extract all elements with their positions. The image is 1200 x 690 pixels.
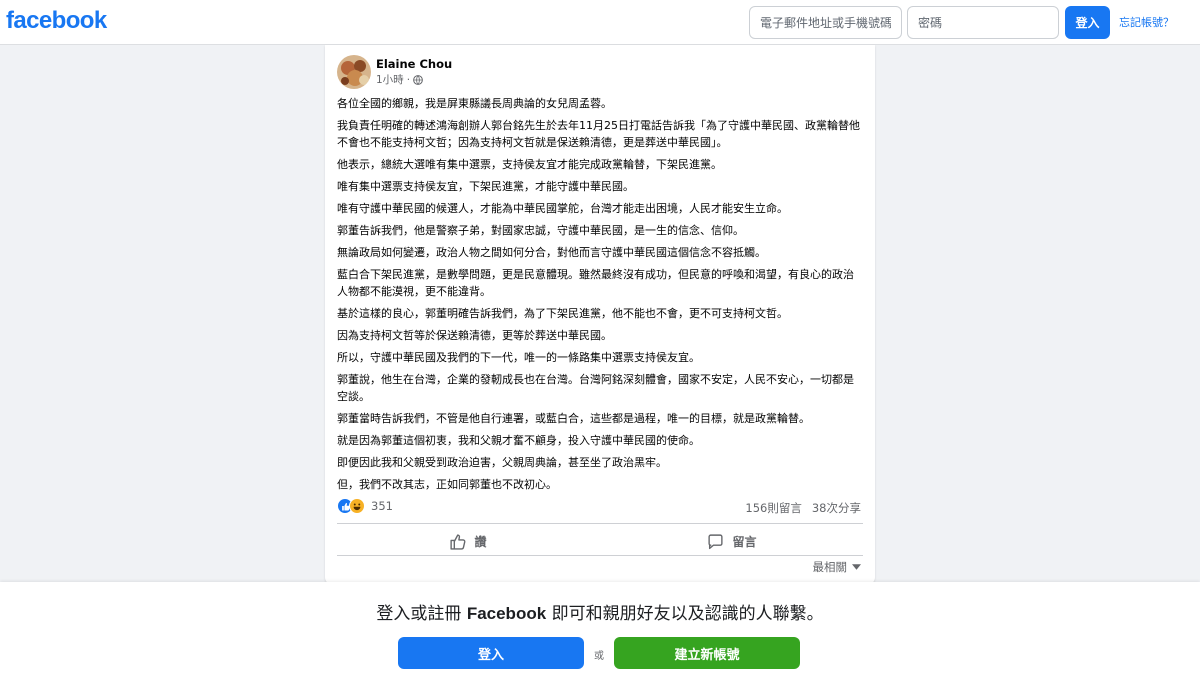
haha-reaction-icon: [349, 498, 365, 514]
login-prompt-bar: 登入或註冊 Facebook 即可和親朋好友以及認識的人聯繫。 登入 或 建立新…: [0, 582, 1200, 690]
post-paragraph: 他表示，總統大選唯有集中選票，支持侯友宜才能完成政黨輪替，下架民進黨。: [337, 158, 722, 171]
post-card: Elaine Chou 1小時 · 各位全國的鄉親，我是屏東縣議長周典論的女兒周…: [325, 45, 875, 585]
thumbs-up-icon: [450, 533, 466, 550]
comment-button[interactable]: 留言: [601, 527, 863, 555]
post-paragraph: 基於這樣的良心，郭董明確告訴我們，為了下架民進黨，他不能也不會，更不可支持柯文哲…: [337, 307, 788, 320]
reactions-summary[interactable]: 351: [337, 498, 393, 514]
comment-count[interactable]: 156則留言: [745, 500, 801, 516]
post-paragraph: 各位全國的鄉親，我是屏東縣議長周典論的女兒周孟蓉。: [337, 97, 612, 110]
prompt-brand: Facebook: [466, 604, 547, 623]
post-stats: 156則留言 38次分享: [745, 500, 861, 516]
post-paragraph: 唯有守護中華民國的候選人，才能為中華民國掌舵，台灣才能走出困境，人民才能安生立命…: [337, 202, 788, 215]
or-separator: 或: [594, 651, 604, 662]
share-count[interactable]: 38次分享: [812, 500, 861, 516]
post-paragraph: 我負責任明確的轉述鴻海創辦人郭台銘先生於去年11月25日打電話告訴我「為了守護中…: [337, 119, 860, 149]
post-paragraph: 唯有集中選票支持侯友宜，下架民進黨，才能守護中華民國。: [337, 180, 634, 193]
bottom-login-button[interactable]: 登入: [398, 637, 584, 669]
facebook-logo[interactable]: facebook: [6, 7, 107, 35]
login-button[interactable]: 登入: [1065, 6, 1110, 39]
post-paragraph: 郭董當時告訴我們，不管是他自行連署，或藍白合，這些都是過程，唯一的目標，就是政黨…: [337, 412, 810, 425]
comment-button-label: 留言: [732, 534, 757, 549]
password-field[interactable]: [907, 6, 1059, 39]
post-meta: 1小時 ·: [376, 72, 423, 87]
caret-down-icon: [852, 564, 861, 570]
avatar[interactable]: [337, 55, 371, 89]
like-button[interactable]: 讚: [337, 527, 599, 555]
post-body: 各位全國的鄉親，我是屏東縣議長周典論的女兒周孟蓉。 我負責任明確的轉述鴻海創辦人…: [337, 95, 864, 498]
prompt-text-suffix: 即可和親朋好友以及認識的人聯繫。: [546, 604, 824, 624]
post-paragraph: 無論政局如何變遷，政治人物之間如何分合，對他而言守護中華民國這個信念不容抵觸。: [337, 246, 766, 259]
create-account-button[interactable]: 建立新帳號: [614, 637, 800, 669]
post-paragraph: 所以，守護中華民國及我們的下一代，唯一的一條路集中選票支持侯友宜。: [337, 351, 700, 364]
post-paragraph: 就是因為郭董這個初衷，我和父親才奮不顧身，投入守護中華民國的使命。: [337, 434, 700, 447]
email-or-phone-field[interactable]: [749, 6, 902, 39]
post-paragraph: 郭董說，他生在台灣，企業的發軔成長也在台灣。台灣阿銘深刻體會，國家不安定，人民不…: [337, 373, 854, 403]
top-navigation-bar: facebook 登入 忘記帳號？: [0, 0, 1200, 45]
post-paragraph: 藍白合下架民進黨，是數學問題，更是民意體現。雖然最終沒有成功，但民意的呼喚和渴望…: [337, 268, 854, 298]
divider: [337, 523, 863, 524]
post-paragraph: 但，我們不改其志，正如同郭董也不改初心。: [337, 478, 557, 491]
post-timestamp[interactable]: 1小時: [376, 72, 404, 87]
like-button-label: 讚: [474, 534, 487, 549]
comment-sort-dropdown[interactable]: 最相關: [812, 559, 861, 575]
post-paragraph: 即便因此我和父親受到政治迫害，父親周典論，甚至坐了政治黑牢。: [337, 456, 667, 469]
login-prompt-message: 登入或註冊 Facebook 即可和親朋好友以及認識的人聯繫。: [0, 599, 1200, 624]
comment-icon: [708, 533, 724, 549]
prompt-text-prefix: 登入或註冊: [376, 604, 467, 624]
divider: [337, 555, 863, 556]
post-paragraph: 郭董告訴我們，他是警察子弟，對國家忠誠，守護中華民國，是一生的信念、信仰。: [337, 224, 744, 237]
reaction-count: 351: [371, 499, 393, 513]
sort-label: 最相關: [812, 560, 848, 574]
post-paragraph: 因為支持柯文哲等於保送賴清德，更等於葬送中華民國。: [337, 329, 612, 342]
globe-icon: [413, 74, 423, 85]
post-author-name[interactable]: Elaine Chou: [376, 57, 452, 71]
forgot-account-link[interactable]: 忘記帳號？: [1119, 14, 1174, 30]
